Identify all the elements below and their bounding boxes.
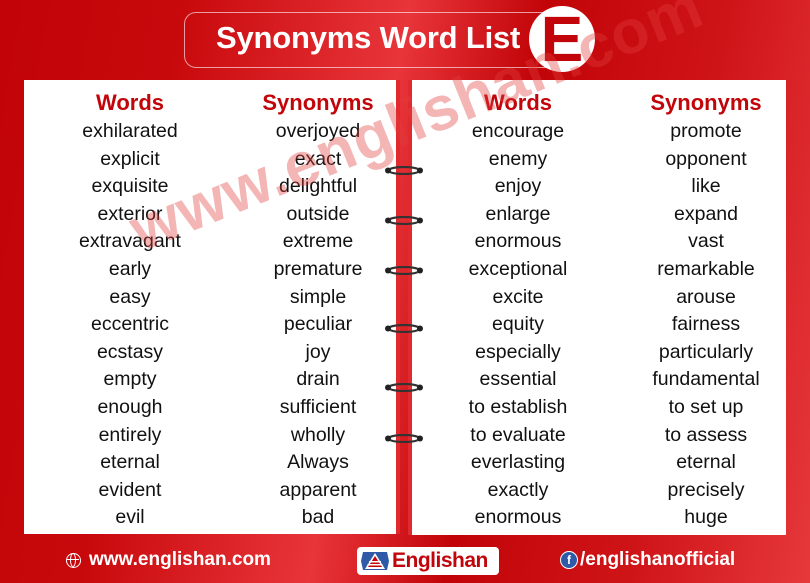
synonym-cell: like bbox=[691, 175, 721, 198]
word-cell: evil bbox=[115, 506, 145, 529]
synonym-cell: to assess bbox=[664, 423, 748, 446]
synonym-cell: vast bbox=[688, 230, 724, 253]
synonym-cell: outside bbox=[286, 202, 350, 225]
synonym-cell: fundamental bbox=[652, 368, 760, 391]
synonym-cell: joy bbox=[305, 340, 331, 363]
synonym-cell: Always bbox=[287, 451, 349, 474]
synonym-cell: sufficient bbox=[279, 395, 357, 418]
word-cell: ecstasy bbox=[96, 340, 164, 363]
synonym-cell: drain bbox=[296, 368, 340, 391]
word-cell: enormous bbox=[474, 506, 562, 529]
word-cell: encourage bbox=[471, 120, 565, 142]
right-synonyms-column: Synonyms promote opponent like expand vast re… bbox=[624, 88, 788, 532]
synonym-cell: apparent bbox=[279, 478, 357, 501]
word-cell: exactly bbox=[487, 478, 549, 501]
binder-ring-icon bbox=[385, 216, 423, 225]
binder-ring-icon bbox=[385, 434, 423, 443]
word-cell: enormous bbox=[474, 230, 562, 253]
synonym-cell: precisely bbox=[667, 478, 745, 501]
left-page: Words exhilarated explicit exquisite exteri… bbox=[24, 80, 400, 534]
word-cell: eccentric bbox=[90, 313, 170, 336]
synonym-cell: wholly bbox=[290, 423, 346, 446]
website-text: www.englishan.com bbox=[89, 549, 271, 570]
synonym-cell: arouse bbox=[676, 285, 736, 308]
synonym-cell: overjoyed bbox=[275, 120, 361, 142]
synonym-cell: expand bbox=[674, 202, 738, 225]
word-cell: exterior bbox=[97, 202, 163, 225]
left-words-column: Words exhilarated explicit exquisite exteri… bbox=[52, 88, 208, 532]
synonym-cell: premature bbox=[273, 257, 363, 280]
word-cell: everlasting bbox=[470, 451, 566, 474]
word-cell: equity bbox=[491, 313, 545, 336]
left-synonyms-column: Synonyms overjoyed exact delightful outside… bbox=[240, 88, 396, 532]
logo-badge-icon bbox=[361, 552, 389, 570]
synonym-cell: peculiar bbox=[283, 313, 353, 336]
facebook-icon: f bbox=[560, 551, 578, 569]
title-letter-badge: E bbox=[529, 6, 595, 72]
right-words-column: Words encourage enemy enjoy enlarge enormous… bbox=[440, 88, 596, 532]
englishan-logo: Englishan bbox=[357, 547, 499, 575]
word-cell: exhilarated bbox=[82, 120, 178, 142]
words-header: Words bbox=[483, 90, 553, 115]
word-cell: enough bbox=[97, 395, 163, 418]
social-text: /englishanofficial bbox=[580, 549, 736, 570]
word-cell: essential bbox=[479, 368, 557, 391]
word-cell: to evaluate bbox=[470, 423, 566, 446]
word-cell: exquisite bbox=[91, 175, 169, 198]
footer-social-link[interactable]: f /englishanofficial bbox=[560, 545, 735, 575]
word-cell: enemy bbox=[488, 147, 548, 170]
synonym-cell: remarkable bbox=[657, 257, 755, 280]
word-cell: empty bbox=[103, 368, 157, 391]
synonym-cell: delightful bbox=[278, 175, 358, 198]
word-cell: evident bbox=[98, 478, 162, 501]
globe-icon bbox=[66, 552, 81, 568]
right-page: Words encourage enemy enjoy enlarge enormous… bbox=[408, 80, 786, 535]
binder-ring-icon bbox=[385, 324, 423, 333]
binder-ring-icon bbox=[385, 266, 423, 275]
word-cell: enjoy bbox=[494, 175, 542, 198]
synonym-cell: exact bbox=[294, 147, 342, 170]
word-cell: excite bbox=[492, 285, 544, 308]
synonym-cell: particularly bbox=[658, 340, 754, 363]
binder-ring-icon bbox=[385, 166, 423, 175]
footer-website-link[interactable]: www.englishan.com bbox=[66, 545, 271, 575]
synonym-cell: bad bbox=[301, 506, 335, 529]
word-cell: especially bbox=[475, 340, 561, 363]
synonym-cell: simple bbox=[289, 285, 347, 308]
word-cell: exceptional bbox=[468, 257, 568, 280]
word-cell: enlarge bbox=[485, 202, 551, 225]
words-header: Words bbox=[95, 90, 165, 115]
synonym-cell: opponent bbox=[665, 147, 747, 170]
synonym-cell: promote bbox=[670, 120, 742, 142]
synonym-cell: fairness bbox=[671, 313, 741, 336]
word-cell: explicit bbox=[100, 147, 160, 170]
logo-text: Englishan bbox=[392, 549, 488, 572]
word-cell: to establish bbox=[468, 395, 568, 418]
synonyms-header: Synonyms bbox=[650, 90, 762, 115]
word-cell: eternal bbox=[100, 451, 160, 474]
word-cell: extravagant bbox=[79, 230, 181, 253]
word-cell: easy bbox=[109, 285, 151, 308]
page-title: Synonyms Word List bbox=[216, 20, 521, 55]
synonym-cell: to set up bbox=[668, 395, 744, 418]
synonym-cell: extreme bbox=[282, 230, 354, 253]
word-cell: early bbox=[108, 257, 152, 280]
binder-ring-icon bbox=[385, 383, 423, 392]
synonyms-header: Synonyms bbox=[262, 90, 374, 115]
word-cell: entirely bbox=[98, 423, 162, 446]
synonym-cell: eternal bbox=[676, 451, 736, 474]
synonym-cell: huge bbox=[684, 506, 728, 529]
